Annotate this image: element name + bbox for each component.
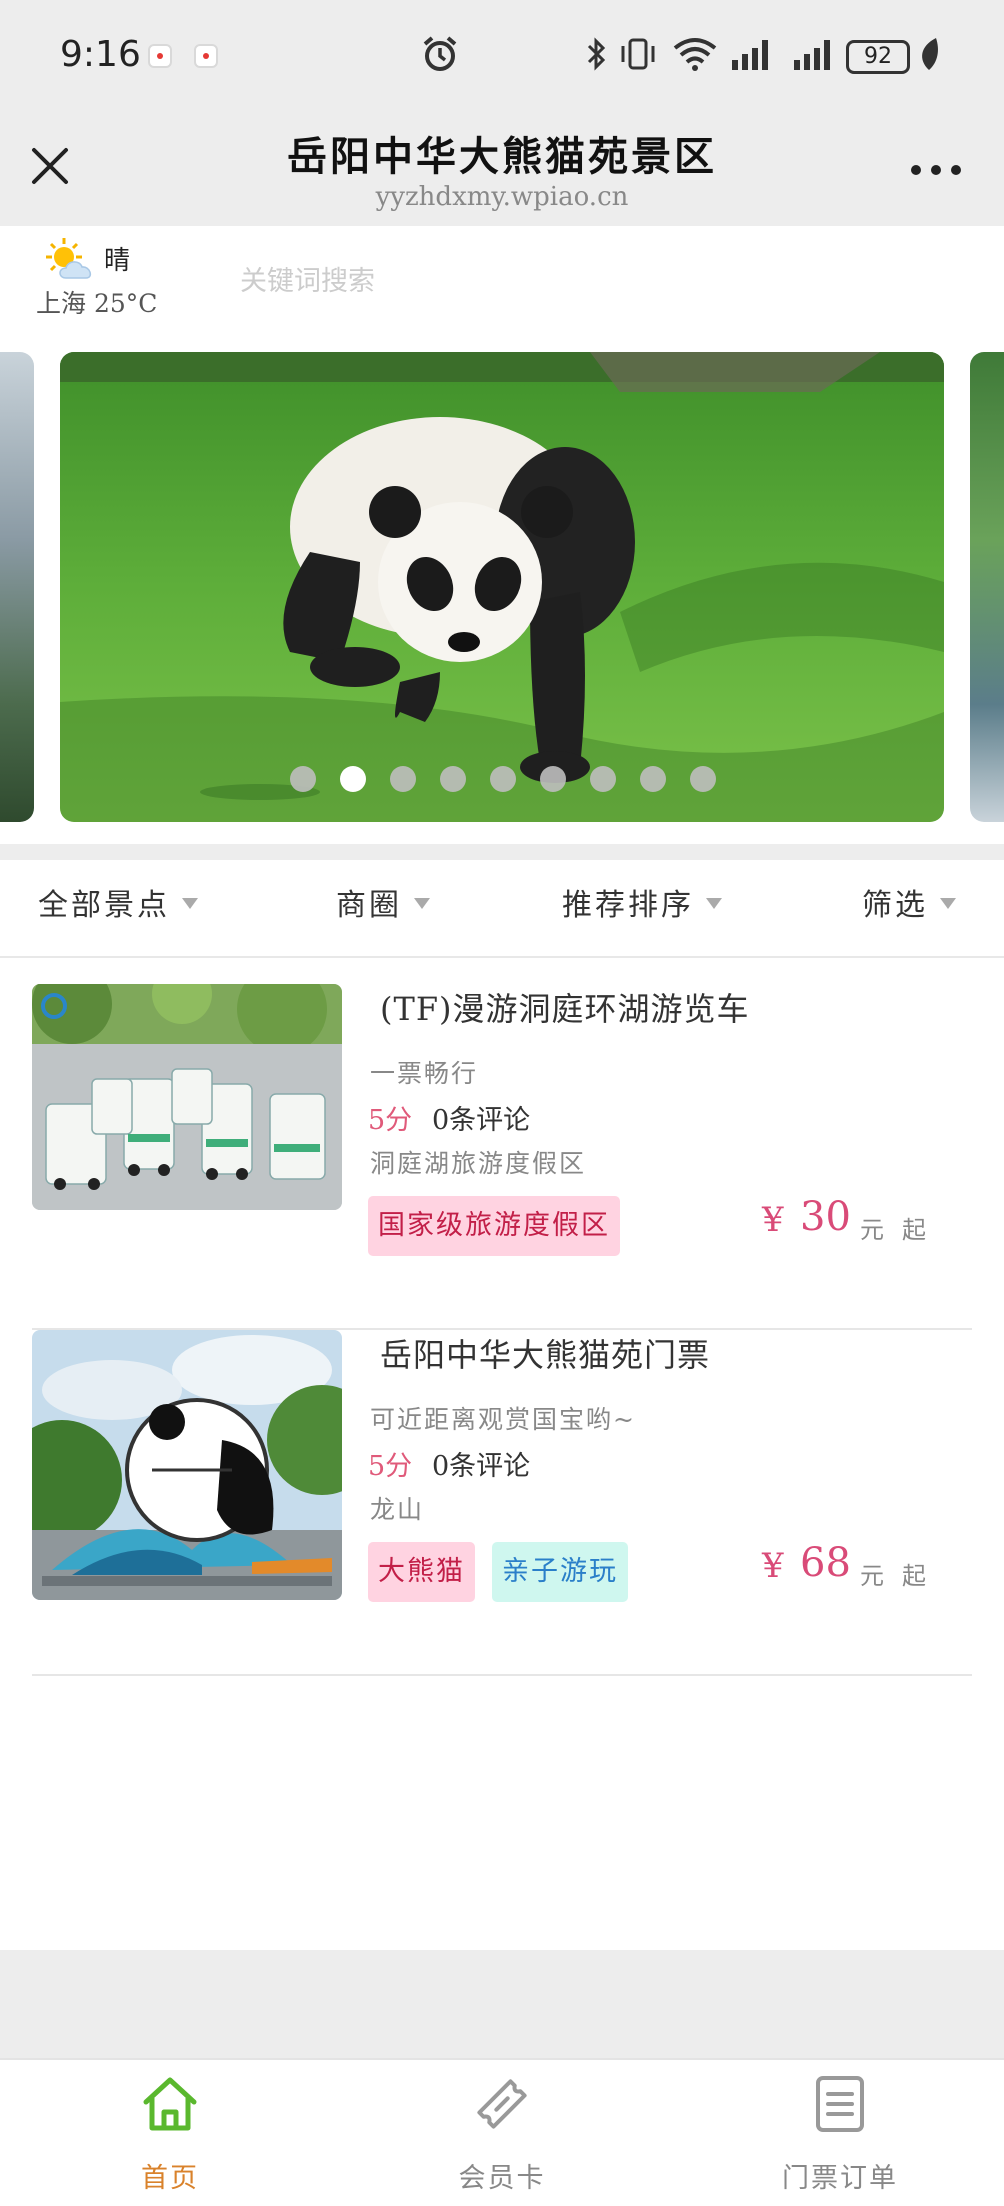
item-desc: 一票畅行 (370, 1059, 479, 1088)
leaf-icon (922, 38, 938, 70)
caret-down-icon (940, 897, 956, 909)
more-dots-icon[interactable] (908, 160, 964, 180)
title-bar: 岳阳中华大熊猫苑景区 yyzhdxmy.wpiao.cn (0, 112, 1004, 226)
carousel-dot[interactable] (690, 766, 716, 792)
item-score: 5分 (368, 1105, 413, 1136)
price-unit: 元 (860, 1216, 884, 1244)
alarm-icon (423, 36, 457, 71)
item-price: 30 (800, 1194, 851, 1240)
filter-screen[interactable]: 筛选 (862, 880, 956, 924)
carousel-dot[interactable] (440, 766, 466, 792)
order-list-icon (816, 2076, 864, 2132)
price-currency: ¥ (762, 1200, 784, 1240)
item-location: 洞庭湖旅游度假区 (370, 1149, 587, 1178)
signal-icon (794, 40, 830, 70)
status-bar: 9:16 92 (0, 0, 1004, 112)
carousel-dot[interactable] (340, 766, 366, 792)
item-thumbnail (32, 984, 342, 1210)
item-price: 68 (800, 1540, 851, 1586)
item-reviews: 0条评论 (432, 1451, 531, 1482)
sun-cloud-icon (46, 238, 92, 279)
filter-label: 全部景点 (38, 888, 170, 923)
notification-icon (148, 44, 172, 68)
item-reviews: 0条评论 (432, 1105, 531, 1136)
filter-label: 推荐排序 (562, 888, 694, 923)
ticket-icon (477, 2079, 527, 2129)
banner-slide[interactable] (60, 352, 944, 822)
signal-icon (732, 40, 768, 70)
item-title[interactable]: (TF)漫游洞庭环湖游览车 (380, 984, 750, 1030)
filter-business-area[interactable]: 商圈 (336, 880, 430, 924)
price-from: 起 (902, 1216, 926, 1244)
nav-home[interactable]: 首页 (60, 2074, 280, 2204)
filter-label: 商圈 (336, 888, 402, 923)
list-item[interactable]: (TF)漫游洞庭环湖游览车 一票畅行 5分 0条评论 洞庭湖旅游度假区 国家级旅… (32, 984, 972, 1330)
search-input[interactable] (240, 256, 960, 306)
vibrate-icon (621, 38, 655, 70)
banner-slide-prev[interactable] (0, 352, 34, 822)
item-tag: 国家级旅游度假区 (368, 1196, 620, 1256)
item-tag: 大熊猫 (368, 1542, 475, 1602)
item-location: 龙山 (370, 1495, 425, 1524)
item-tag: 亲子游玩 (492, 1542, 628, 1602)
filter-bar: 全部景点 商圈 推荐排序 筛选 (0, 860, 1004, 958)
list-item[interactable]: 岳阳中华大熊猫苑门票 可近距离观赏国宝哟~ 5分 0条评论 龙山 大熊猫 亲子游… (32, 1330, 972, 1676)
caret-down-icon (414, 897, 430, 909)
carousel-dot[interactable] (390, 766, 416, 792)
wifi-icon (673, 38, 717, 71)
home-icon (143, 2077, 197, 2131)
nav-label: 会员卡 (458, 2163, 546, 2194)
filter-sort[interactable]: 推荐排序 (562, 880, 722, 924)
price-unit: 元 (860, 1562, 884, 1590)
item-thumbnail (32, 1330, 342, 1600)
filter-label: 筛选 (862, 888, 928, 923)
nav-ticket-orders[interactable]: 门票订单 (730, 2074, 950, 2204)
item-desc: 可近距离观赏国宝哟~ (370, 1405, 636, 1434)
battery-indicator: 92 (846, 40, 910, 74)
banner-slide-next[interactable] (970, 352, 1004, 822)
caret-down-icon (182, 897, 198, 909)
panda-photo (60, 352, 944, 822)
status-time: 9:16 (60, 34, 141, 75)
carousel-dots (0, 766, 1004, 792)
page-title: 岳阳中华大熊猫苑景区 (287, 133, 717, 180)
carousel-dot[interactable] (490, 766, 516, 792)
bottom-nav: 首页 会员卡 门票订单 (0, 2058, 1004, 2206)
item-title[interactable]: 岳阳中华大熊猫苑门票 (380, 1330, 710, 1376)
carousel-dot[interactable] (640, 766, 666, 792)
panda-gate-photo (32, 1330, 342, 1600)
filter-all-spots[interactable]: 全部景点 (38, 880, 198, 924)
weather-condition: 晴 (104, 246, 131, 276)
carousel-dot[interactable] (590, 766, 616, 792)
price-from: 起 (902, 1562, 926, 1590)
price-currency: ¥ (762, 1546, 784, 1586)
nav-label: 门票订单 (782, 2163, 898, 2194)
nav-label: 首页 (141, 2163, 199, 2194)
carousel-dot[interactable] (290, 766, 316, 792)
page-url: yyzhdxmy.wpiao.cn (375, 182, 629, 212)
search-area: 晴 上海 25°C (0, 226, 1004, 342)
weather-city-temp: 上海 25°C (36, 289, 158, 318)
nav-member-card[interactable]: 会员卡 (392, 2074, 612, 2204)
carousel-dot[interactable] (540, 766, 566, 792)
bluetooth-icon (587, 37, 606, 71)
notification-icon (194, 44, 218, 68)
caret-down-icon (706, 897, 722, 909)
item-score: 5分 (368, 1451, 413, 1482)
attraction-list: (TF)漫游洞庭环湖游览车 一票畅行 5分 0条评论 洞庭湖旅游度假区 国家级旅… (0, 958, 1004, 1950)
banner-carousel[interactable] (0, 342, 1004, 844)
sightseeing-cart-photo (32, 984, 342, 1210)
